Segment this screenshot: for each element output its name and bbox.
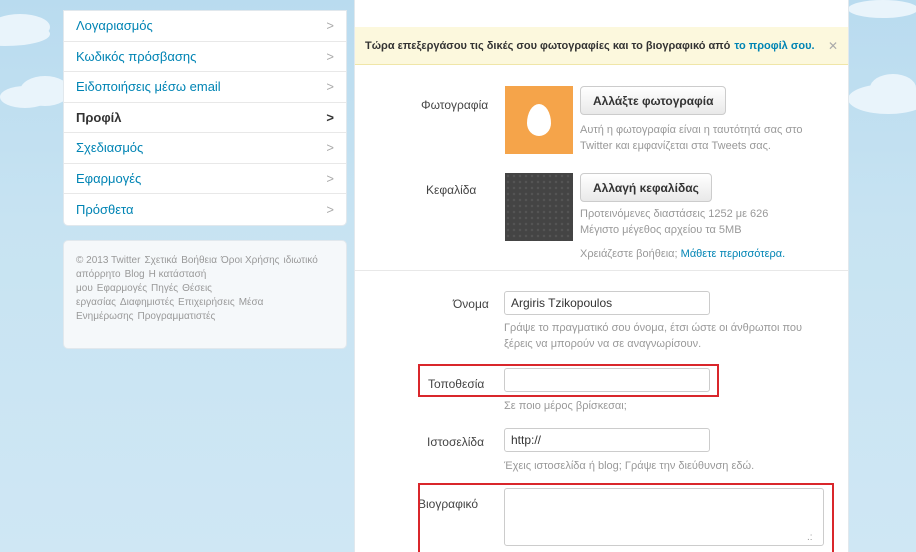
chevron-right-icon: > — [326, 140, 334, 156]
nav-item-label: Σχεδιασμός — [76, 140, 144, 156]
footer-link[interactable]: Προγραμματιστές — [138, 311, 216, 322]
name-help-line: Γράψε το πραγματικό σου όνομα, έτσι ώστε… — [504, 322, 803, 334]
bio-field[interactable] — [504, 488, 824, 546]
name-help: Γράψε το πραγματικό σου όνομα, έτσι ώστε… — [504, 320, 802, 352]
profile-settings-panel: Τώρα επεξεργάσου τις δικές σου φωτογραφί… — [354, 0, 849, 552]
website-label: Ιστοσελίδα — [427, 435, 485, 449]
website-field[interactable] — [504, 428, 710, 452]
footer-link[interactable]: Επιχειρήσεις — [178, 297, 235, 308]
footer-links: © 2013 Twitter Σχετικά Βοήθεια Όροι Χρήσης ι… — [63, 240, 347, 349]
chevron-right-icon: > — [326, 109, 334, 125]
nav-item-design[interactable]: Σχεδιασμός > — [64, 133, 346, 164]
chevron-right-icon: > — [326, 48, 334, 64]
cloud — [870, 74, 916, 102]
name-field[interactable] — [504, 291, 710, 315]
nav-item-label: Πρόσθετα — [76, 201, 134, 217]
divider — [355, 270, 848, 271]
profile-photo — [505, 86, 573, 154]
footer-copyright: © 2013 Twitter — [76, 255, 141, 266]
help-question: Χρειάζεστε βοήθεια; — [580, 248, 678, 260]
info-banner: Τώρα επεξεργάσου τις δικές σου φωτογραφί… — [355, 27, 848, 65]
bio-label: Βιογραφικό — [418, 497, 479, 511]
photo-help-line: Αυτή η φωτογραφία είναι η ταυτότητά σας … — [580, 124, 803, 136]
settings-nav: Λογαριασμός > Κωδικός πρόσβασης > Ειδοποιή… — [63, 10, 347, 226]
banner-text: Τώρα επεξεργάσου τις δικές σου φωτογραφί… — [365, 39, 731, 52]
cloud — [0, 86, 50, 108]
chevron-right-icon: > — [326, 18, 334, 34]
nav-item-widgets[interactable]: Πρόσθετα > — [64, 194, 346, 225]
location-label: Τοποθεσία — [428, 377, 485, 391]
location-field[interactable] — [504, 368, 710, 392]
egg-avatar-icon — [527, 104, 551, 136]
nav-item-profile[interactable]: Προφίλ > — [64, 103, 346, 133]
learn-more-link[interactable]: Μάθετε περισσότερα. — [681, 248, 786, 260]
banner-profile-link[interactable]: το προφίλ σου. — [734, 40, 814, 52]
nav-item-apps[interactable]: Εφαρμογές > — [64, 164, 346, 194]
nav-item-label: Εφαρμογές — [76, 170, 142, 186]
location-help: Σε ποιο μέρος βρίσκεσαι; — [504, 400, 627, 412]
photo-help: Αυτή η φωτογραφία είναι η ταυτότητά σας … — [580, 122, 802, 154]
nav-item-account[interactable]: Λογαριασμός > — [64, 11, 346, 42]
footer-link[interactable]: Πηγές — [151, 283, 178, 294]
footer-link[interactable]: Όροι Χρήσης — [221, 255, 279, 266]
header-help-line: Μέγιστο μέγεθος αρχείου τα 5MB — [580, 224, 742, 236]
footer-link[interactable]: Εφαρμογές — [97, 283, 147, 294]
footer-link[interactable]: Blog — [125, 269, 145, 280]
photo-label: Φωτογραφία — [421, 98, 489, 112]
nav-item-label: Προφίλ — [76, 109, 122, 125]
nav-item-email-notifications[interactable]: Ειδοποιήσεις μέσω email > — [64, 72, 346, 103]
resize-handle-icon[interactable]: .: — [807, 532, 813, 543]
website-help: Έχεις ιστοσελίδα ή blog; Γράψε την διεύθ… — [504, 460, 755, 472]
change-header-button[interactable]: Αλλαγή κεφαλίδας — [580, 173, 712, 202]
nav-item-password[interactable]: Κωδικός πρόσβασης > — [64, 42, 346, 72]
change-photo-button[interactable]: Αλλάξτε φωτογραφία — [580, 86, 727, 115]
footer-link[interactable]: Διαφημιστές — [120, 297, 174, 308]
nav-item-label: Κωδικός πρόσβασης — [76, 48, 197, 64]
photo-help-line: Twitter και εμφανίζεται στα Tweets σας. — [580, 140, 771, 152]
chevron-right-icon: > — [326, 201, 334, 217]
chevron-right-icon: > — [326, 79, 334, 95]
name-help-line: ξέρεις να μπορούν να σε αναγνωρίσουν. — [504, 338, 702, 350]
header-help: Προτεινόμενες διαστάσεις 1252 με 626 Μέγ… — [580, 206, 785, 262]
footer-link[interactable]: Σχετικά — [144, 255, 177, 266]
header-label: Κεφαλίδα — [426, 183, 477, 197]
nav-item-label: Λογαριασμός — [76, 18, 153, 34]
header-help-line: Προτεινόμενες διαστάσεις 1252 με 626 — [580, 208, 769, 220]
nav-item-label: Ειδοποιήσεις μέσω email — [76, 79, 221, 95]
header-image — [505, 173, 573, 241]
cloud — [848, 0, 916, 18]
chevron-right-icon: > — [326, 170, 334, 186]
name-label: Όνομα — [453, 297, 489, 311]
footer-link[interactable]: Βοήθεια — [181, 255, 217, 266]
close-icon[interactable]: ✕ — [828, 39, 838, 53]
